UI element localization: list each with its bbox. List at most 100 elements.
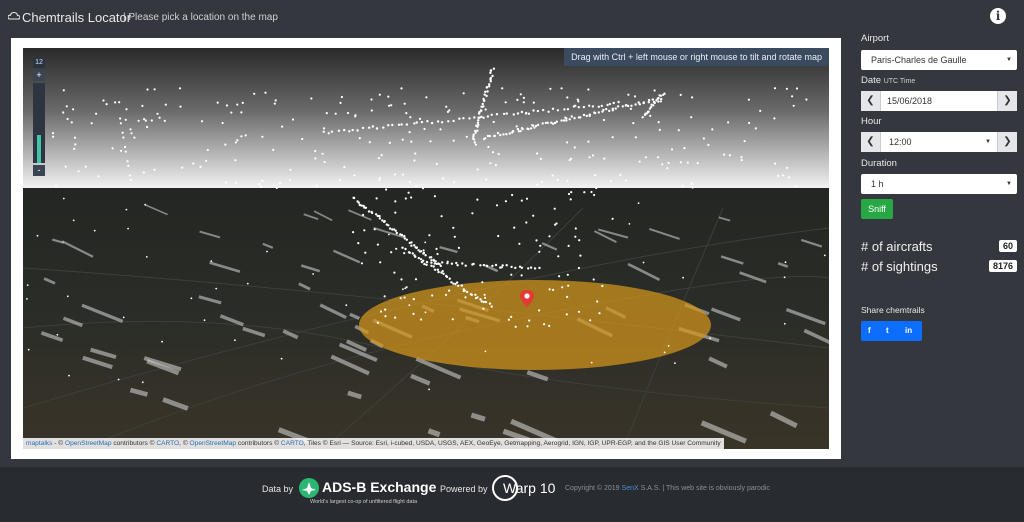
hour-next-button[interactable]: ❯ <box>997 132 1017 152</box>
sighting-point <box>565 313 568 316</box>
sighting-point <box>531 124 535 127</box>
sighting-point <box>464 264 467 267</box>
adsb-logo-icon[interactable] <box>299 478 319 498</box>
sighting-point <box>598 312 601 315</box>
sighting-point <box>322 127 326 130</box>
osm-link-2[interactable]: OpenStreetMap <box>190 440 237 447</box>
adsb-exchange-link[interactable]: ADS-B Exchange <box>322 479 436 495</box>
sighting-point <box>315 184 318 187</box>
sighting-point <box>452 226 455 229</box>
sighting-point <box>628 223 631 225</box>
date-prev-button[interactable]: ❮ <box>861 91 881 111</box>
sighting-point <box>458 117 461 120</box>
sighting-point <box>370 98 373 101</box>
sighting-point <box>345 304 348 307</box>
sighting-point <box>430 121 434 125</box>
sighting-point <box>465 135 468 138</box>
sighting-point <box>468 117 471 120</box>
sighting-point <box>121 131 124 134</box>
sighting-point <box>390 104 393 107</box>
sighting-point <box>343 128 346 132</box>
osm-link[interactable]: OpenStreetMap <box>65 440 112 447</box>
sighting-point <box>473 116 476 119</box>
sighting-point <box>566 96 569 99</box>
maptalks-link[interactable]: maptalks <box>26 440 52 447</box>
sighting-point <box>424 241 427 244</box>
sighting-point <box>577 310 581 313</box>
sighting-point <box>434 260 437 263</box>
page-subtitle: | Please pick a location on the map <box>123 12 278 23</box>
sighting-point <box>782 174 785 177</box>
sighting-point <box>234 141 237 144</box>
sighting-point <box>453 181 456 184</box>
sighting-point <box>224 181 227 184</box>
sighting-point <box>823 254 826 257</box>
carto-link[interactable]: CARTO <box>156 440 179 447</box>
sighting-point <box>190 297 193 300</box>
twitter-icon[interactable]: t <box>886 321 889 341</box>
sighting-point <box>502 112 506 116</box>
map-canvas[interactable]: Drag with Ctrl + left mouse or right mou… <box>23 48 829 449</box>
sighting-point <box>73 136 77 139</box>
duration-select[interactable]: 1 h ▼ <box>861 174 1017 194</box>
map-scene[interactable] <box>23 48 829 449</box>
sighting-point <box>574 227 577 230</box>
zoom-in-button[interactable]: + <box>33 70 45 81</box>
map-attribution: maptalks - © OpenStreetMap contributors … <box>23 438 724 449</box>
sighting-point <box>540 180 544 183</box>
sighting-point <box>502 133 505 136</box>
sighting-point <box>677 129 680 132</box>
sighting-point <box>649 114 652 117</box>
sighting-point <box>514 266 517 270</box>
date-label: Date UTC Time <box>861 75 916 86</box>
sighting-point <box>362 213 365 217</box>
sniff-button[interactable]: Sniff <box>861 199 893 219</box>
sighting-point <box>556 178 559 181</box>
zoom-slider[interactable] <box>33 83 45 163</box>
sighting-point <box>529 266 533 269</box>
sighting-point <box>206 148 209 152</box>
sighting-point <box>565 117 568 120</box>
date-input[interactable]: 15/06/2018 <box>887 91 932 111</box>
sighting-point <box>617 100 620 104</box>
sighting-point <box>597 105 600 108</box>
sighting-point <box>261 179 264 183</box>
sighting-point <box>489 162 492 165</box>
sighting-point <box>517 130 521 133</box>
sighting-point <box>403 237 406 240</box>
sighting-point <box>395 231 398 235</box>
sighting-point <box>424 254 427 257</box>
sighting-point <box>259 185 262 188</box>
sighting-point <box>415 121 418 124</box>
sighting-point <box>532 214 535 217</box>
airport-select[interactable]: Paris-Charles de Gaulle ▼ <box>861 50 1017 70</box>
sighting-point <box>379 310 383 313</box>
warp10-link[interactable]: Warp 10 <box>503 480 555 496</box>
sighting-point <box>663 351 666 354</box>
date-next-button[interactable]: ❯ <box>997 91 1017 111</box>
info-circle-icon[interactable]: i <box>990 8 1006 24</box>
sighting-point <box>433 195 436 198</box>
sighting-point <box>691 186 694 189</box>
sighting-point <box>606 103 609 107</box>
zoom-out-button[interactable]: - <box>33 165 45 176</box>
sighting-point <box>709 337 712 340</box>
chevron-down-icon: ▼ <box>985 139 991 145</box>
hour-prev-button[interactable]: ❮ <box>861 132 881 152</box>
sighting-point <box>499 133 502 137</box>
sighting-point <box>573 146 576 149</box>
sighting-point <box>568 159 571 162</box>
hour-select[interactable]: 12:00 <box>889 132 912 152</box>
sighting-point <box>72 219 75 222</box>
facebook-icon[interactable]: f <box>868 321 871 341</box>
map-frame: Drag with Ctrl + left mouse or right mou… <box>11 38 841 459</box>
sighting-point <box>393 173 396 176</box>
sighting-point <box>156 112 159 115</box>
senx-link[interactable]: SenX <box>622 485 639 492</box>
sighting-point <box>513 226 516 229</box>
sighting-point <box>387 124 390 127</box>
sighting-point <box>451 318 454 321</box>
linkedin-icon[interactable]: in <box>905 321 912 341</box>
sighting-point <box>364 206 368 209</box>
carto-link-2[interactable]: CARTO <box>281 440 304 447</box>
